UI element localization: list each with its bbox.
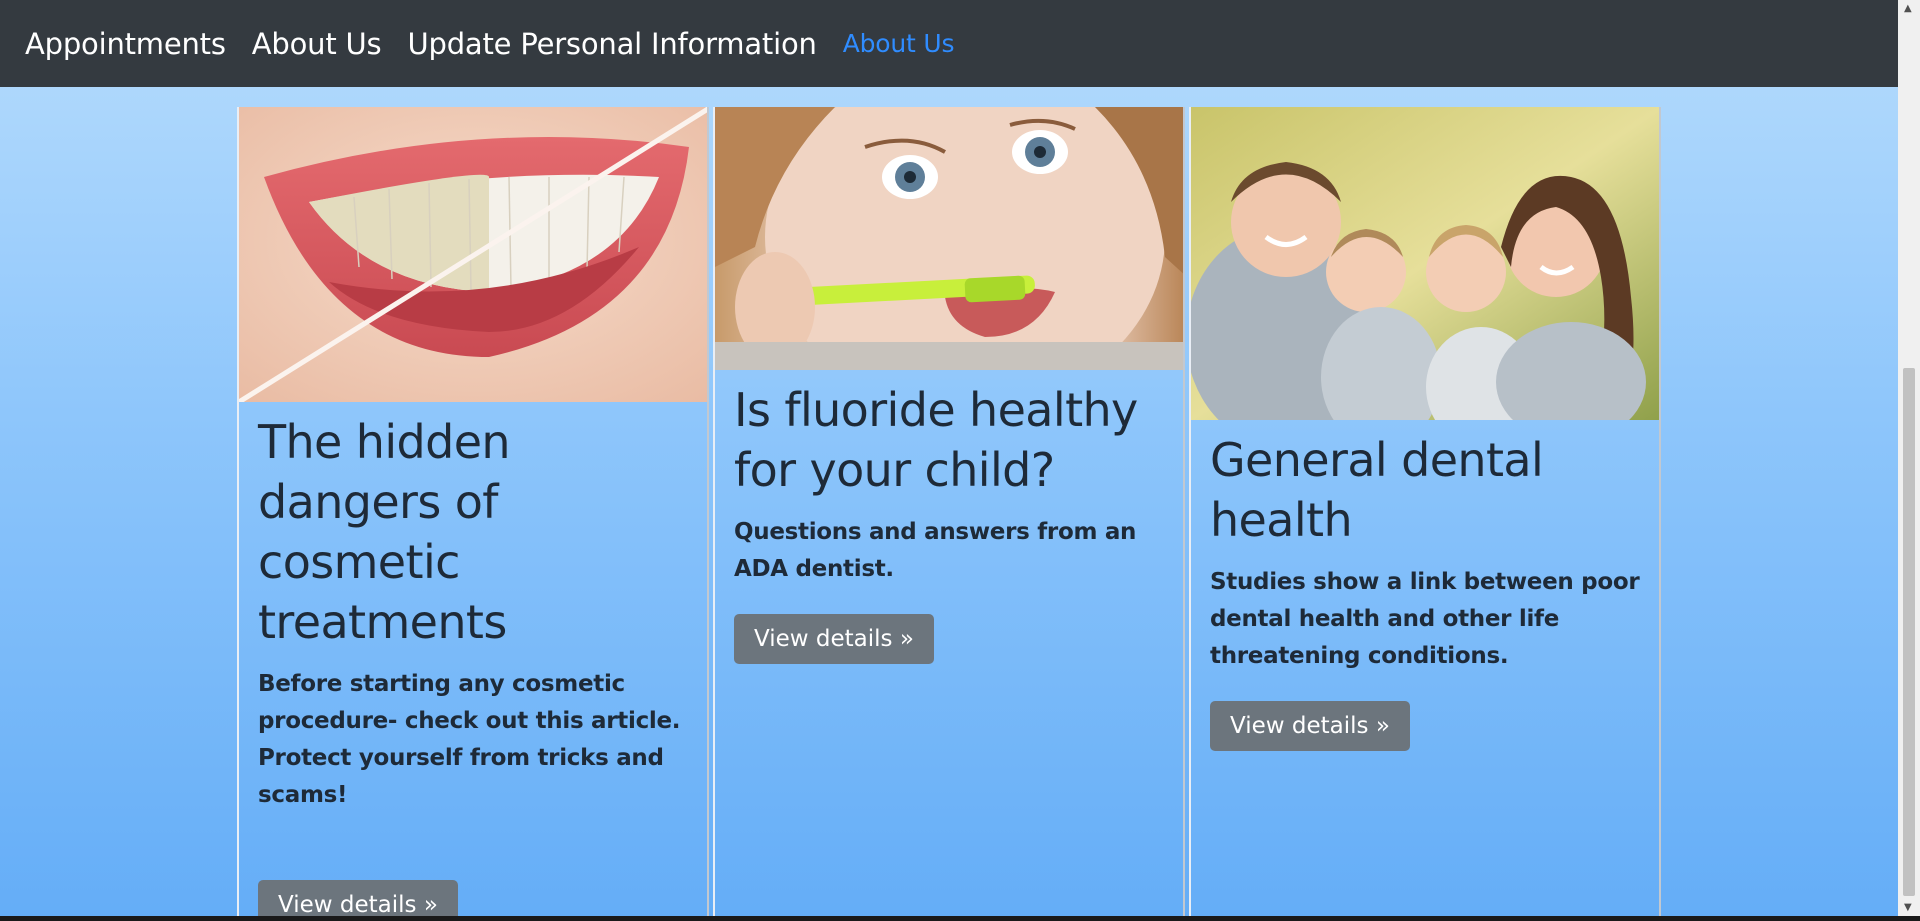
card-cosmetic-treatments: The hidden dangers of cosmetic treatment…	[237, 107, 709, 921]
card-general-dental-health: General dental health Studies show a lin…	[1189, 107, 1661, 921]
view-details-button[interactable]: View details »	[258, 880, 458, 921]
cards-row: The hidden dangers of cosmetic treatment…	[237, 107, 1661, 921]
scroll-thumb[interactable]	[1903, 368, 1915, 896]
card-title: General dental health	[1210, 433, 1544, 547]
card-body: The hidden dangers of cosmetic treatment…	[239, 412, 707, 921]
nav-link-appointments[interactable]: Appointments	[25, 27, 226, 61]
navbar: Appointments About Us Update Personal In…	[0, 0, 1898, 87]
card-body: Is fluoride healthy for your child? Ques…	[715, 380, 1183, 664]
card-text: Studies show a link between poor dental …	[1210, 569, 1640, 669]
view-details-button[interactable]: View details »	[1210, 701, 1410, 751]
nav-link-about-us-active[interactable]: About Us	[843, 29, 955, 58]
card-text: Before starting any cosmetic procedure- …	[258, 671, 681, 808]
taskbar-edge	[0, 916, 1920, 921]
smile-teeth-whitening-photo	[239, 107, 707, 402]
nav-link-about-us[interactable]: About Us	[252, 27, 382, 61]
scroll-up-arrow-icon[interactable]: ▲	[1904, 4, 1912, 14]
card-body: General dental health Studies show a lin…	[1191, 430, 1659, 751]
child-brushing-teeth-photo	[715, 107, 1183, 370]
happy-family-photo	[1191, 107, 1659, 420]
page-scrollbar[interactable]: ▲ ▼	[1898, 0, 1920, 921]
card-title: The hidden dangers of cosmetic treatment…	[258, 415, 511, 649]
nav-link-update-personal-information[interactable]: Update Personal Information	[407, 27, 816, 61]
card-fluoride-child: Is fluoride healthy for your child? Ques…	[713, 107, 1185, 921]
card-text: Questions and answers from an ADA dentis…	[734, 519, 1137, 582]
view-details-button[interactable]: View details »	[734, 614, 934, 664]
card-title: Is fluoride healthy for your child?	[734, 383, 1138, 497]
scroll-down-arrow-icon[interactable]: ▼	[1904, 903, 1912, 913]
